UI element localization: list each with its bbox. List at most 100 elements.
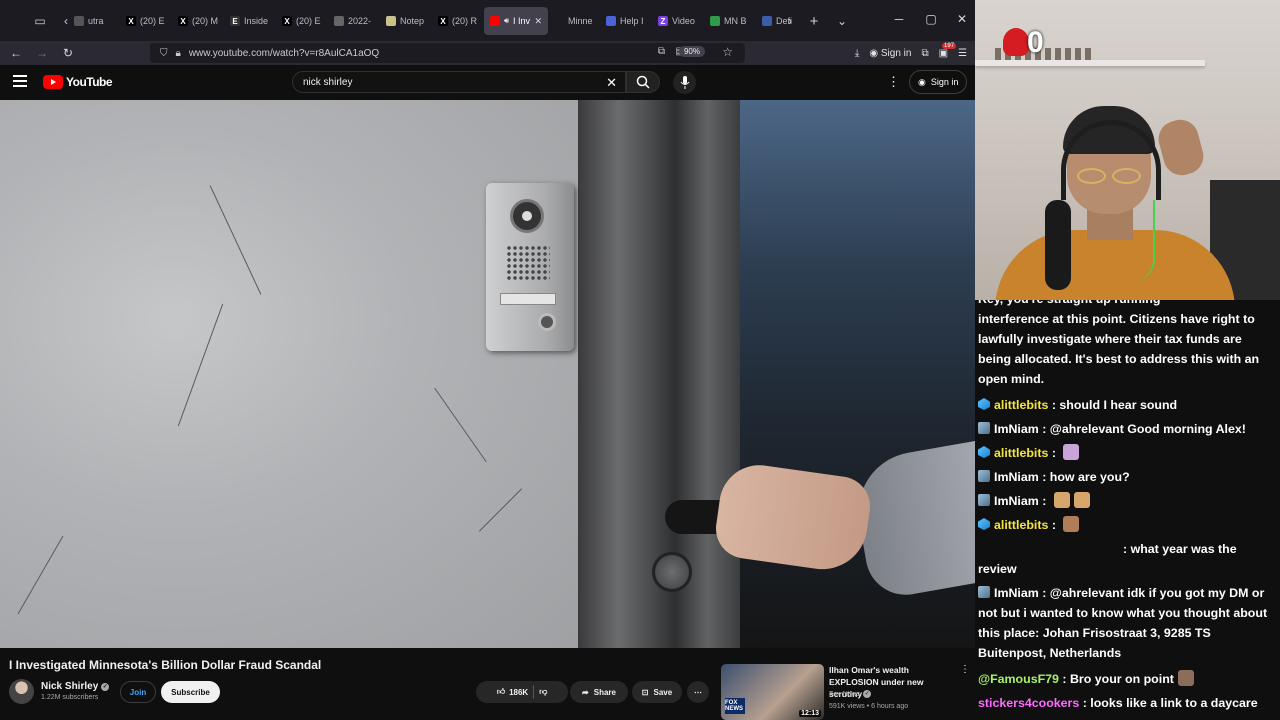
settings-kebab-icon[interactable]: ⋮: [887, 74, 900, 90]
nav-toolbar-right: ⤓ ◉ Sign in ⧉ ▣ 197 ☰: [855, 41, 975, 65]
tab-overflow-chevron-icon[interactable]: ⌄: [832, 11, 852, 31]
browser-tab[interactable]: Notep: [380, 7, 432, 35]
chat-badge-icon: [978, 398, 990, 410]
channel-name-row[interactable]: Nick Shirley ✓: [41, 681, 110, 692]
tab-favicon-icon: X: [282, 16, 292, 26]
chat-message: @FamousF79 : Bro your on point: [978, 669, 1276, 689]
zoom-level[interactable]: 90%: [678, 46, 705, 57]
youtube-signin-button[interactable]: ◉ Sign in: [909, 70, 968, 94]
chat-username[interactable]: @FamousF79: [978, 672, 1059, 686]
chat-message: interference at this point. Citizens hav…: [978, 309, 1276, 389]
chat-text: interference at this point. Citizens hav…: [978, 312, 1260, 386]
picture-in-picture-icon[interactable]: ⧉: [658, 46, 665, 57]
browser-tab[interactable]: E Inside: [224, 7, 276, 35]
browser-nav-bar: ← → ↻ ⛉ 🔒︎ www.youtube.com/watch?v=r8Aul…: [0, 41, 975, 65]
tab-favicon-icon: [606, 16, 616, 26]
back-icon[interactable]: ←: [6, 44, 26, 62]
bookmark-icon: ⊡: [641, 687, 649, 697]
chat-message: ImNiam : how are you?: [978, 467, 1276, 487]
forward-icon[interactable]: →: [32, 44, 52, 62]
tab-label: (20) E: [140, 16, 165, 26]
search-input[interactable]: nick shirley ✕: [292, 71, 626, 93]
chat-username[interactable]: ImNiam: [994, 586, 1039, 600]
browser-tab[interactable]: MN B: [704, 7, 756, 35]
tab-favicon-icon: X: [126, 16, 136, 26]
like-dislike-group: 👍︎ 186K 👎︎: [476, 681, 568, 703]
minimize-icon[interactable]: ─: [891, 12, 907, 26]
browser-tab[interactable]: utra: [68, 7, 120, 35]
tab-audio-icon[interactable]: 🔊︎: [504, 16, 509, 26]
extensions-icon[interactable]: ⧉: [921, 48, 928, 59]
youtube-logo[interactable]: YouTube: [43, 75, 113, 89]
url-bar[interactable]: ⛉ 🔒︎ www.youtube.com/watch?v=r8AulCA1aOQ…: [150, 43, 745, 63]
menu-icon[interactable]: ☰: [958, 48, 967, 59]
chat-message: Rey, you're straight up running: [978, 300, 1276, 309]
browser-tab[interactable]: Help I: [600, 7, 652, 35]
video-player[interactable]: [0, 100, 975, 648]
tab-label: 2022-: [348, 16, 372, 26]
download-icon[interactable]: ⤓: [855, 48, 859, 59]
tab-label: Notep: [400, 16, 425, 26]
chat-username[interactable]: alittlebits: [994, 518, 1048, 532]
youtube-logo-text: YouTube: [66, 75, 113, 89]
maximize-icon[interactable]: ▢: [923, 12, 939, 26]
reload-icon[interactable]: ↻: [58, 44, 78, 62]
tab-label: Help I: [620, 16, 644, 26]
browser-tab[interactable]: X (20) M: [172, 7, 224, 35]
search-icon: [636, 75, 650, 89]
subscribe-button[interactable]: Subscribe: [161, 681, 220, 703]
scroll-tabs-right-icon[interactable]: ›: [780, 11, 800, 31]
glasses: [1077, 168, 1141, 184]
new-tab-icon[interactable]: +: [804, 11, 824, 31]
chat-username[interactable]: ImNiam: [994, 422, 1039, 436]
recommended-thumbnail[interactable]: FOX NEWS 12:13: [721, 664, 824, 720]
browser-tab[interactable]: Z Video: [652, 7, 704, 35]
tab-label: (20) E: [296, 16, 321, 26]
like-button[interactable]: 👍︎ 186K: [497, 687, 529, 697]
channel-avatar[interactable]: [9, 679, 34, 704]
close-window-icon[interactable]: ✕: [954, 12, 970, 26]
browser-tab[interactable]: X (20) E: [276, 7, 328, 35]
chat-username[interactable]: ImNiam: [994, 494, 1039, 508]
bookmark-star-icon[interactable]: ☆: [722, 45, 733, 59]
chat-badge-icon: [978, 494, 990, 506]
browser-tab[interactable]: 2022-: [328, 7, 380, 35]
recommended-kebab-icon[interactable]: ⋮: [960, 664, 970, 675]
search-button[interactable]: [626, 71, 660, 93]
chat-text: :: [1048, 518, 1060, 532]
tab-list-icon[interactable]: ▭: [30, 11, 50, 31]
chat-username[interactable]: stickers4cookers: [978, 696, 1079, 710]
tab-label: Video: [672, 16, 695, 26]
chat-message: ImNiam : @ahrelevant Good morning Alex!: [978, 419, 1276, 439]
extension-badge-icon[interactable]: ▣ 197: [939, 42, 957, 59]
account-signin[interactable]: ◉ Sign in: [869, 48, 911, 59]
browser-tab[interactable]: X (20) E: [120, 7, 172, 35]
hamburger-menu-icon[interactable]: [13, 75, 27, 87]
clear-search-icon[interactable]: ✕: [606, 75, 617, 91]
chat-text: : looks like a link to a daycare: [1079, 696, 1258, 710]
subscriber-count: 1.22M subscribers: [41, 694, 99, 701]
tab-favicon-icon: X: [438, 16, 448, 26]
chat-username[interactable]: ImNiam: [994, 470, 1039, 484]
save-button[interactable]: ⊡ Save: [632, 681, 682, 703]
tab-favicon-icon: [710, 16, 720, 26]
browser-tab[interactable]: Minne: [548, 7, 600, 35]
chat-username[interactable]: alittlebits: [994, 446, 1048, 460]
dislike-button[interactable]: 👎︎: [539, 687, 547, 697]
video-door-lock: [652, 552, 692, 592]
recommended-channel-row[interactable]: Fox News ✓: [829, 690, 872, 698]
close-tab-icon[interactable]: ✕: [534, 16, 542, 27]
browser-tab[interactable]: 🔊︎ I Inv ✕: [484, 7, 548, 35]
voice-search-button[interactable]: [673, 71, 696, 94]
shield-icon[interactable]: ⛉: [160, 48, 168, 59]
join-button[interactable]: Join: [120, 681, 156, 703]
chat-username[interactable]: alittlebits: [994, 398, 1048, 412]
chat-message: alittlebits :: [978, 515, 1276, 535]
tab-favicon-icon: X: [178, 16, 188, 26]
browser-tab[interactable]: X (20) R: [432, 7, 484, 35]
more-actions-button[interactable]: ⋯: [687, 681, 709, 703]
chat-badge-icon: [978, 446, 990, 458]
tab-favicon-icon: Z: [658, 16, 668, 26]
streamer-webcam: 0: [975, 0, 1280, 300]
share-button[interactable]: ➦ Share: [570, 681, 628, 703]
